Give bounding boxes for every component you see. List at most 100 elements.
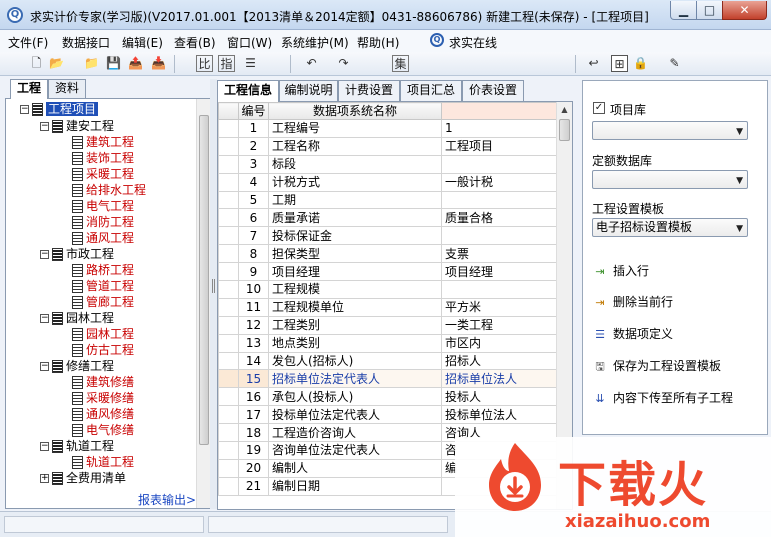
maximize-button[interactable]: □ bbox=[696, 1, 723, 20]
item-name-cell[interactable]: 招标单位法定代表人 bbox=[268, 369, 442, 389]
item-name-cell[interactable]: 工程类别 bbox=[268, 315, 442, 335]
push-down-button[interactable]: ⇊ 内容下传至所有子工程 bbox=[592, 389, 733, 407]
tree-item[interactable]: 轨道工程 bbox=[72, 454, 134, 470]
table-row[interactable]: 1 工程编号 1 bbox=[218, 119, 557, 138]
tree-scrollbar[interactable] bbox=[196, 99, 211, 508]
quota-db-select[interactable]: ▼ bbox=[592, 170, 748, 189]
item-value-cell[interactable] bbox=[441, 280, 557, 299]
row-number-cell[interactable]: 13 bbox=[238, 333, 269, 353]
delete-row-button[interactable]: ⇥ 删除当前行 bbox=[592, 293, 673, 311]
tab-project-info[interactable]: 工程信息 bbox=[217, 80, 279, 102]
table-row[interactable]: 15 招标单位法定代表人 招标单位法人 bbox=[218, 369, 557, 389]
row-number-cell[interactable]: 5 bbox=[238, 190, 269, 210]
row-header[interactable] bbox=[218, 280, 239, 299]
tree-group[interactable]: − 市政工程 bbox=[40, 246, 114, 262]
item-value-cell[interactable] bbox=[441, 226, 557, 246]
item-name-cell[interactable]: 投标单位法定代表人 bbox=[268, 405, 442, 425]
row-header[interactable] bbox=[218, 262, 239, 282]
template-select[interactable]: 电子招标设置模板 ▼ bbox=[592, 218, 748, 237]
tree-item[interactable]: 采暖工程 bbox=[72, 166, 134, 182]
item-name-cell[interactable]: 承包人(投标人) bbox=[268, 387, 442, 407]
item-name-cell[interactable]: 工程规模单位 bbox=[268, 297, 442, 317]
compare-icon[interactable]: 比 bbox=[196, 55, 213, 72]
tree-item[interactable]: 园林工程 bbox=[72, 326, 134, 342]
row-header[interactable] bbox=[218, 405, 239, 425]
tree-group[interactable]: + 全费用清单 bbox=[40, 470, 126, 486]
menu-online[interactable]: 求实在线 bbox=[449, 34, 497, 51]
row-header[interactable] bbox=[218, 458, 239, 478]
table-row[interactable]: 11 工程规模单位 平方米 bbox=[218, 297, 557, 317]
tab-materials[interactable]: 资料 bbox=[48, 79, 86, 98]
tree-item[interactable]: 通风工程 bbox=[72, 230, 134, 246]
tab-description[interactable]: 编制说明 bbox=[279, 80, 338, 101]
panel-splitter[interactable] bbox=[210, 79, 217, 509]
menu-file[interactable]: 文件(F) bbox=[8, 34, 48, 51]
item-value-cell[interactable] bbox=[441, 190, 557, 210]
item-name-cell[interactable]: 工期 bbox=[268, 190, 442, 210]
tab-price-settings[interactable]: 价表设置 bbox=[462, 80, 524, 101]
row-number-cell[interactable]: 4 bbox=[238, 172, 269, 192]
tree-root[interactable]: − 工程项目 bbox=[20, 101, 99, 117]
row-number-cell[interactable]: 21 bbox=[238, 476, 269, 496]
undo-icon[interactable]: ↶ bbox=[303, 55, 320, 72]
row-header[interactable] bbox=[218, 315, 239, 335]
row-number-cell[interactable]: 17 bbox=[238, 405, 269, 425]
column-header[interactable]: 数据项系统名称 bbox=[268, 102, 442, 120]
menu-view[interactable]: 查看(B) bbox=[174, 34, 216, 51]
tree-group[interactable]: − 建安工程 bbox=[40, 118, 114, 134]
collapse-icon[interactable]: − bbox=[40, 314, 49, 323]
tree-item[interactable]: 消防工程 bbox=[72, 214, 134, 230]
table-row[interactable]: 5 工期 bbox=[218, 190, 557, 210]
table-row[interactable]: 10 工程规模 bbox=[218, 280, 557, 299]
item-value-cell[interactable]: 支票 bbox=[441, 244, 557, 264]
row-number-cell[interactable]: 10 bbox=[238, 280, 269, 299]
tab-project[interactable]: 工程 bbox=[10, 79, 48, 99]
lock-icon[interactable]: 🔒 bbox=[632, 55, 649, 72]
table-row[interactable]: 16 承包人(投标人) 投标人 bbox=[218, 387, 557, 407]
new-file-icon[interactable]: 🗋 bbox=[28, 55, 45, 72]
row-header[interactable] bbox=[218, 387, 239, 407]
row-header[interactable] bbox=[218, 351, 239, 371]
item-value-cell[interactable]: 质量合格 bbox=[441, 208, 557, 228]
tab-fee-settings[interactable]: 计费设置 bbox=[338, 80, 400, 101]
calc-icon[interactable]: 集 bbox=[392, 55, 409, 72]
item-value-cell[interactable]: 投标人 bbox=[441, 387, 557, 407]
collapse-icon[interactable]: − bbox=[20, 105, 29, 114]
table-row[interactable]: 6 质量承诺 质量合格 bbox=[218, 208, 557, 228]
table-row[interactable]: 12 工程类别 一类工程 bbox=[218, 315, 557, 335]
list-icon[interactable]: ☰ bbox=[242, 55, 259, 72]
minimize-button[interactable]: ▁ bbox=[670, 1, 697, 20]
import-icon[interactable]: 📥 bbox=[150, 55, 167, 72]
close-button[interactable]: ✕ bbox=[722, 1, 767, 20]
scroll-thumb[interactable] bbox=[559, 119, 570, 141]
item-value-cell[interactable]: 招标单位法人 bbox=[441, 369, 557, 389]
expand-icon[interactable]: + bbox=[40, 474, 49, 483]
row-header[interactable] bbox=[218, 172, 239, 192]
row-number-cell[interactable]: 1 bbox=[238, 119, 269, 138]
menu-edit[interactable]: 编辑(E) bbox=[122, 34, 163, 51]
scroll-thumb[interactable] bbox=[199, 115, 209, 445]
tree-item[interactable]: 管廊工程 bbox=[72, 294, 134, 310]
row-header[interactable] bbox=[218, 119, 239, 138]
tree-group[interactable]: − 修缮工程 bbox=[40, 358, 114, 374]
tab-summary[interactable]: 项目汇总 bbox=[400, 80, 462, 101]
row-number-cell[interactable]: 3 bbox=[238, 154, 269, 174]
tree-group[interactable]: − 轨道工程 bbox=[40, 438, 114, 454]
table-row[interactable]: 2 工程名称 工程项目 bbox=[218, 136, 557, 156]
row-header[interactable] bbox=[218, 190, 239, 210]
table-row[interactable]: 14 发包人(招标人) 招标人 bbox=[218, 351, 557, 371]
collapse-icon[interactable]: − bbox=[40, 362, 49, 371]
item-name-cell[interactable]: 计税方式 bbox=[268, 172, 442, 192]
collapse-icon[interactable]: − bbox=[40, 122, 49, 131]
row-header[interactable] bbox=[218, 154, 239, 174]
back-icon[interactable]: ↩ bbox=[585, 55, 602, 72]
row-number-cell[interactable]: 12 bbox=[238, 315, 269, 335]
tree-item[interactable]: 采暖修缮 bbox=[72, 390, 134, 406]
table-row[interactable]: 7 投标保证金 bbox=[218, 226, 557, 246]
tree-group[interactable]: − 园林工程 bbox=[40, 310, 114, 326]
item-name-cell[interactable]: 工程造价咨询人 bbox=[268, 423, 442, 443]
row-header[interactable] bbox=[218, 333, 239, 353]
item-value-cell[interactable]: 市区内 bbox=[441, 333, 557, 353]
row-header[interactable] bbox=[218, 244, 239, 264]
table-row[interactable]: 13 地点类别 市区内 bbox=[218, 333, 557, 353]
